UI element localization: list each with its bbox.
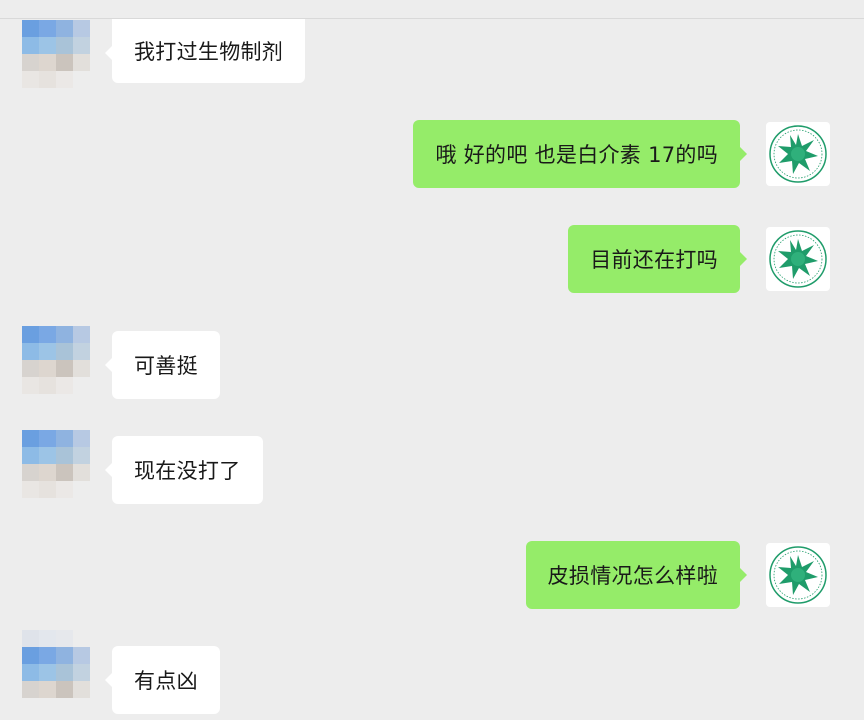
chat-message: 皮损情况怎么样啦 xyxy=(0,541,864,609)
message-bubble[interactable]: 哦 好的吧 也是白介素 17的吗 xyxy=(413,120,747,188)
message-text: 我打过生物制剂 xyxy=(134,40,284,64)
chat-message: 我打过生物制剂 xyxy=(0,19,864,88)
chat-message: 现在没打了 xyxy=(0,430,864,504)
chat-message: 哦 好的吧 也是白介素 17的吗 xyxy=(0,120,864,188)
chat-message: 目前还在打吗 xyxy=(0,225,864,293)
message-bubble[interactable]: 目前还在打吗 xyxy=(568,225,747,293)
contact-avatar[interactable] xyxy=(22,20,90,88)
message-text: 可善挺 xyxy=(134,354,198,378)
pixelated-avatar-icon xyxy=(22,430,90,498)
message-text: 现在没打了 xyxy=(134,459,241,483)
message-bubble[interactable]: 皮损情况怎么样啦 xyxy=(525,541,748,609)
my-avatar[interactable] xyxy=(766,227,830,291)
green-star-emblem-icon xyxy=(769,546,827,604)
message-text: 哦 好的吧 也是白介素 17的吗 xyxy=(435,143,718,167)
message-bubble[interactable]: 我打过生物制剂 xyxy=(104,19,306,83)
pixelated-avatar-icon xyxy=(22,20,90,88)
message-text: 有点凶 xyxy=(134,669,198,693)
chat-message-list[interactable]: 我打过生物制剂 哦 好的吧 也是白介素 17的吗 目前还在打吗 可善挺 现在没打… xyxy=(0,0,864,720)
my-avatar[interactable] xyxy=(766,122,830,186)
pixelated-avatar-icon xyxy=(22,326,90,394)
green-star-emblem-icon xyxy=(769,230,827,288)
green-star-emblem-icon xyxy=(769,125,827,183)
message-text: 皮损情况怎么样啦 xyxy=(547,564,718,588)
contact-avatar[interactable] xyxy=(22,326,90,394)
chat-message: 有点凶 xyxy=(0,630,864,714)
contact-avatar[interactable] xyxy=(22,430,90,498)
message-bubble[interactable]: 可善挺 xyxy=(105,331,220,399)
contact-avatar[interactable] xyxy=(22,630,90,698)
message-text: 目前还在打吗 xyxy=(590,248,718,272)
chat-message: 可善挺 xyxy=(0,326,864,399)
message-bubble[interactable]: 现在没打了 xyxy=(105,436,263,504)
my-avatar[interactable] xyxy=(766,543,830,607)
pixelated-avatar-icon xyxy=(22,630,90,698)
message-bubble[interactable]: 有点凶 xyxy=(105,646,220,714)
